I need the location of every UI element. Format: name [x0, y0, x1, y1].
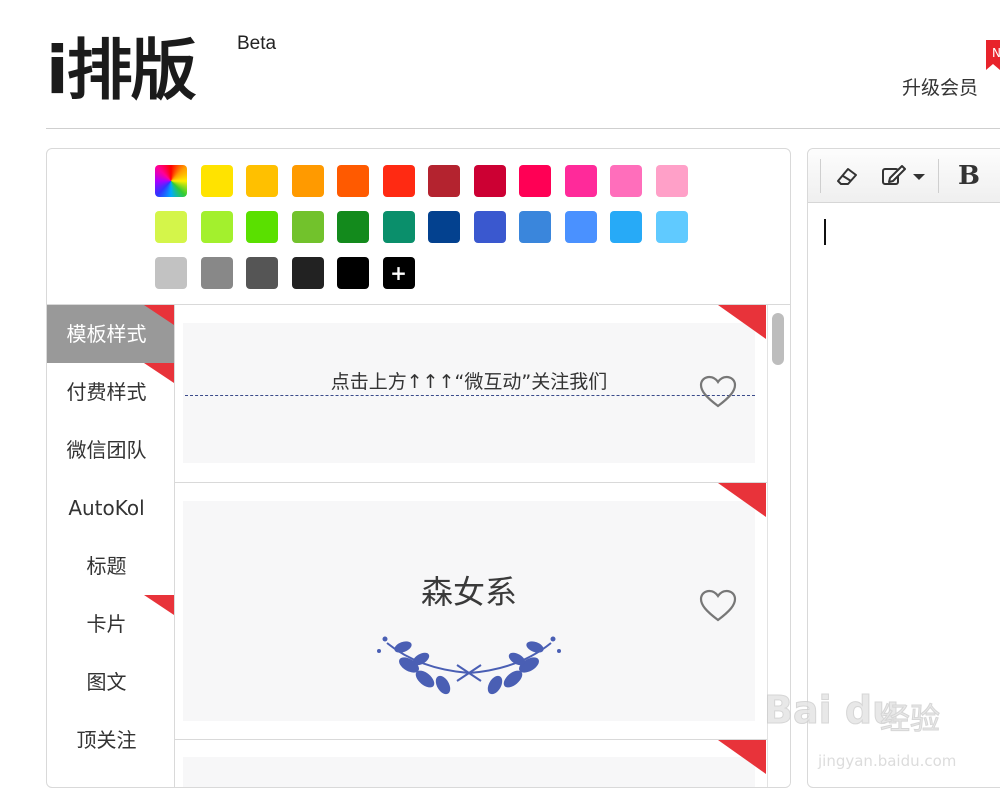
- nav-item[interactable]: 模板样式: [47, 305, 174, 363]
- template-panel: + 模板样式 付费样式 微信团队 AutoKol 标题 卡片 图文 顶关注 点击上方↑↑↑“微…: [46, 148, 791, 788]
- color-swatch[interactable]: [200, 257, 233, 289]
- color-swatch[interactable]: [246, 211, 278, 243]
- color-swatch[interactable]: [519, 165, 551, 197]
- toolbar-separator: [938, 159, 939, 193]
- nav-item[interactable]: 顶关注: [47, 711, 174, 769]
- edit-icon[interactable]: [878, 161, 908, 191]
- dashed-divider: [185, 395, 755, 396]
- eraser-icon[interactable]: [832, 161, 862, 191]
- upgrade-membership-link[interactable]: 升级会员: [902, 73, 978, 100]
- app-logo[interactable]: i排版 Beta: [46, 33, 306, 109]
- color-swatch[interactable]: [519, 211, 551, 243]
- nav-item[interactable]: 卡片: [47, 595, 174, 653]
- card-separator: [175, 739, 767, 740]
- nav-item[interactable]: 微信团队: [47, 421, 174, 479]
- category-nav: 模板样式 付费样式 微信团队 AutoKol 标题 卡片 图文 顶关注: [47, 305, 174, 787]
- new-badge: N: [986, 40, 1000, 70]
- nav-item[interactable]: 标题: [47, 537, 174, 595]
- watermark-cn: 经验: [880, 702, 941, 738]
- editor-toolbar: B: [808, 149, 1000, 203]
- nav-item[interactable]: AutoKol: [47, 479, 174, 537]
- beta-badge: Beta: [237, 33, 277, 54]
- header-divider: [46, 128, 1000, 129]
- color-swatch[interactable]: [337, 165, 369, 197]
- color-swatch[interactable]: [291, 165, 324, 197]
- color-swatch[interactable]: [155, 257, 187, 289]
- watermark-url: jingyan.baidu.com: [818, 752, 957, 770]
- template-card[interactable]: [183, 757, 755, 787]
- heart-icon[interactable]: [699, 589, 737, 623]
- color-swatch[interactable]: [655, 211, 688, 243]
- color-swatch[interactable]: [564, 211, 597, 243]
- color-palette: +: [47, 149, 790, 305]
- toolbar-separator: [820, 159, 821, 193]
- color-swatch[interactable]: [200, 211, 233, 243]
- scrollbar-thumb[interactable]: [772, 313, 784, 365]
- color-swatch[interactable]: [473, 211, 506, 243]
- color-swatch[interactable]: [291, 257, 324, 289]
- baidu-watermark: Bai du 经验 jingyan.baidu.com: [758, 672, 998, 782]
- color-swatch[interactable]: [610, 211, 642, 243]
- card-separator: [175, 482, 767, 483]
- color-swatch[interactable]: [291, 211, 324, 243]
- heart-icon[interactable]: [699, 375, 737, 409]
- laurel-ornament-icon: [377, 636, 561, 695]
- text-caret: [824, 219, 826, 245]
- bold-button[interactable]: B: [958, 161, 980, 191]
- color-swatch[interactable]: [382, 211, 415, 243]
- template-card-follow[interactable]: 点击上方↑↑↑“微互动”关注我们: [183, 323, 755, 463]
- color-swatch[interactable]: [473, 165, 506, 197]
- nav-item[interactable]: 图文: [47, 653, 174, 711]
- color-swatch[interactable]: [382, 165, 415, 197]
- color-swatch[interactable]: [337, 211, 369, 243]
- color-swatch[interactable]: [610, 165, 642, 197]
- template-card-text: 点击上方↑↑↑“微互动”关注我们: [330, 371, 608, 393]
- color-picker-swatch[interactable]: [155, 165, 187, 197]
- template-card-title: 森女系: [420, 573, 517, 611]
- color-swatch[interactable]: [246, 165, 278, 197]
- template-list: 点击上方↑↑↑“微互动”关注我们 森女系: [175, 305, 767, 787]
- color-swatch[interactable]: [655, 165, 688, 197]
- color-swatch[interactable]: [564, 165, 597, 197]
- template-card-forest[interactable]: 森女系: [183, 501, 755, 721]
- color-swatch[interactable]: [428, 165, 460, 197]
- color-swatch[interactable]: [428, 211, 460, 243]
- color-swatch[interactable]: [337, 257, 369, 289]
- logo-text: i排版: [46, 32, 197, 109]
- color-swatch[interactable]: [155, 211, 187, 243]
- watermark-brand: Bai du: [763, 688, 900, 733]
- color-swatch[interactable]: [246, 257, 278, 289]
- color-swatch[interactable]: [200, 165, 233, 197]
- chevron-down-icon[interactable]: [910, 161, 928, 191]
- nav-item[interactable]: 付费样式: [47, 363, 174, 421]
- add-color-button[interactable]: +: [382, 257, 415, 289]
